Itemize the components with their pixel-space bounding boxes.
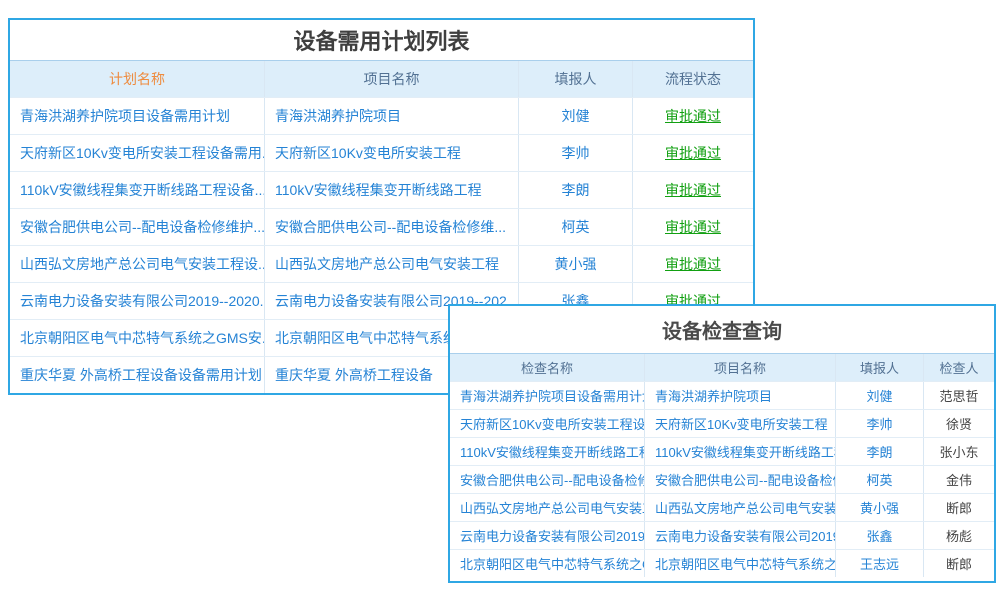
- project-name-link[interactable]: 青海洪湖养护院项目: [264, 98, 518, 134]
- inspector-name: 张小东: [923, 438, 994, 465]
- plan-name-link[interactable]: 重庆华夏 外高桥工程设备设备需用计划: [10, 357, 264, 393]
- reporter-name[interactable]: 王志远: [835, 550, 923, 577]
- reporter-name[interactable]: 李帅: [835, 410, 923, 437]
- inspector-name: 金伟: [923, 466, 994, 493]
- inspector-name: 杨彪: [923, 522, 994, 549]
- reporter-name[interactable]: 李朗: [518, 172, 632, 208]
- reporter-name[interactable]: 刘健: [835, 382, 923, 409]
- project-name-link[interactable]: 天府新区10Kv变电所安装工程: [644, 410, 835, 437]
- reporter-name[interactable]: 刘健: [518, 98, 632, 134]
- header-inspector: 检查人: [923, 354, 994, 381]
- inspection-name-link[interactable]: 安徽合肥供电公司--配电设备检修维: [450, 466, 644, 493]
- inspector-name: 范思哲: [923, 382, 994, 409]
- project-name-link[interactable]: 安徽合肥供电公司--配电设备检修维...: [264, 209, 518, 245]
- table-row: 110kV安徽线程集变开断线路工程设备... 110kV安徽线程集变开断线路工程…: [10, 171, 753, 208]
- plan-name-link[interactable]: 110kV安徽线程集变开断线路工程设备...: [10, 172, 264, 208]
- plan-name-link[interactable]: 安徽合肥供电公司--配电设备检修维护...: [10, 209, 264, 245]
- project-name-link[interactable]: 山西弘文房地产总公司电气安装工: [644, 494, 835, 521]
- status-link[interactable]: 审批通过: [665, 143, 721, 163]
- plan-name-link[interactable]: 北京朝阳区电气中芯特气系统之GMS安...: [10, 320, 264, 356]
- status-link[interactable]: 审批通过: [665, 106, 721, 126]
- project-name-link[interactable]: 110kV安徽线程集变开断线路工程: [644, 438, 835, 465]
- inspection-name-link[interactable]: 天府新区10Kv变电所安装工程设备: [450, 410, 644, 437]
- inspection-query-panel: 设备检查查询 检查名称 项目名称 填报人 检查人 青海洪湖养护院项目设备需用计划…: [448, 304, 996, 583]
- inspector-name: 断郎: [923, 550, 994, 577]
- inspection-name-link[interactable]: 云南电力设备安装有限公司2019--2: [450, 522, 644, 549]
- plan-name-link[interactable]: 天府新区10Kv变电所安装工程设备需用...: [10, 135, 264, 171]
- table-row: 云南电力设备安装有限公司2019--2 云南电力设备安装有限公司2019 张鑫 …: [450, 521, 994, 549]
- header-reporter: 填报人: [518, 61, 632, 97]
- project-name-link[interactable]: 安徽合肥供电公司--配电设备检修: [644, 466, 835, 493]
- status-link[interactable]: 审批通过: [665, 180, 721, 200]
- project-name-link[interactable]: 110kV安徽线程集变开断线路工程: [264, 172, 518, 208]
- plan-name-link[interactable]: 云南电力设备安装有限公司2019--2020...: [10, 283, 264, 319]
- table-row: 安徽合肥供电公司--配电设备检修维护... 安徽合肥供电公司--配电设备检修维.…: [10, 208, 753, 245]
- project-name-link[interactable]: 天府新区10Kv变电所安装工程: [264, 135, 518, 171]
- inspection-header-row: 检查名称 项目名称 填报人 检查人: [450, 353, 994, 381]
- table-row: 山西弘文房地产总公司电气安装工程设... 山西弘文房地产总公司电气安装工程 黄小…: [10, 245, 753, 282]
- reporter-name[interactable]: 张鑫: [835, 522, 923, 549]
- inspection-query-title: 设备检查查询: [450, 306, 994, 353]
- table-row: 山西弘文房地产总公司电气安装工程 山西弘文房地产总公司电气安装工 黄小强 断郎: [450, 493, 994, 521]
- status-link[interactable]: 审批通过: [665, 217, 721, 237]
- header-inspection-name: 检查名称: [450, 354, 644, 381]
- inspection-name-link[interactable]: 北京朝阳区电气中芯特气系统之GM: [450, 550, 644, 577]
- table-row: 北京朝阳区电气中芯特气系统之GM 北京朝阳区电气中芯特气系统之GMS 王志远 断…: [450, 549, 994, 577]
- header-project-name: 项目名称: [644, 354, 835, 381]
- table-row: 安徽合肥供电公司--配电设备检修维 安徽合肥供电公司--配电设备检修 柯英 金伟: [450, 465, 994, 493]
- table-row: 天府新区10Kv变电所安装工程设备需用... 天府新区10Kv变电所安装工程 李…: [10, 134, 753, 171]
- table-row: 青海洪湖养护院项目设备需用计划 青海洪湖养护院项目 刘健 范思哲: [450, 381, 994, 409]
- table-row: 青海洪湖养护院项目设备需用计划 青海洪湖养护院项目 刘健 审批通过: [10, 97, 753, 134]
- header-plan-name: 计划名称: [10, 61, 264, 97]
- project-name-link[interactable]: 北京朝阳区电气中芯特气系统之GMS: [644, 550, 835, 577]
- project-name-link[interactable]: 山西弘文房地产总公司电气安装工程: [264, 246, 518, 282]
- reporter-name[interactable]: 黄小强: [518, 246, 632, 282]
- inspector-name: 徐贤: [923, 410, 994, 437]
- plan-list-title: 设备需用计划列表: [10, 20, 753, 60]
- inspection-name-link[interactable]: 110kV安徽线程集变开断线路工程设: [450, 438, 644, 465]
- plan-name-link[interactable]: 青海洪湖养护院项目设备需用计划: [10, 98, 264, 134]
- inspector-name: 断郎: [923, 494, 994, 521]
- reporter-name[interactable]: 李帅: [518, 135, 632, 171]
- header-flow-status: 流程状态: [632, 61, 753, 97]
- reporter-name[interactable]: 柯英: [835, 466, 923, 493]
- table-row: 天府新区10Kv变电所安装工程设备 天府新区10Kv变电所安装工程 李帅 徐贤: [450, 409, 994, 437]
- header-project-name: 项目名称: [264, 61, 518, 97]
- status-link[interactable]: 审批通过: [665, 254, 721, 274]
- reporter-name[interactable]: 黄小强: [835, 494, 923, 521]
- table-row: 110kV安徽线程集变开断线路工程设 110kV安徽线程集变开断线路工程 李朗 …: [450, 437, 994, 465]
- plan-name-link[interactable]: 山西弘文房地产总公司电气安装工程设...: [10, 246, 264, 282]
- reporter-name[interactable]: 柯英: [518, 209, 632, 245]
- inspection-name-link[interactable]: 青海洪湖养护院项目设备需用计划: [450, 382, 644, 409]
- inspection-name-link[interactable]: 山西弘文房地产总公司电气安装工程: [450, 494, 644, 521]
- project-name-link[interactable]: 云南电力设备安装有限公司2019: [644, 522, 835, 549]
- plan-list-header-row: 计划名称 项目名称 填报人 流程状态: [10, 60, 753, 97]
- project-name-link[interactable]: 青海洪湖养护院项目: [644, 382, 835, 409]
- reporter-name[interactable]: 李朗: [835, 438, 923, 465]
- header-reporter: 填报人: [835, 354, 923, 381]
